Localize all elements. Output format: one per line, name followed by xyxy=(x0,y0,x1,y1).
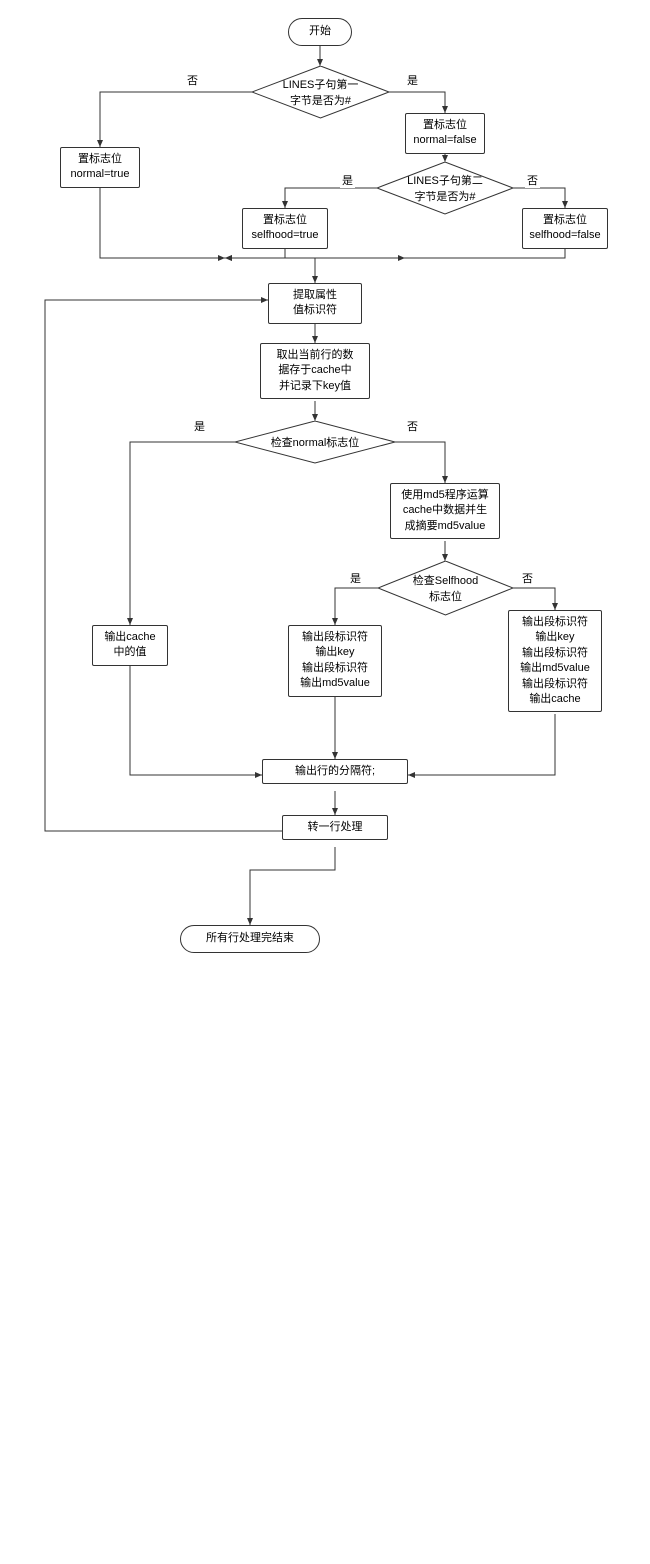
edge-label-no: 否 xyxy=(520,570,535,586)
set-normal-true: 置标志位normal=true xyxy=(60,147,140,188)
decision-first-byte: LINES子句第一字节是否为# xyxy=(252,66,389,118)
decision-second-byte: LINES子句第二字节是否为# xyxy=(377,162,513,214)
extract-attr: 提取属性值标识符 xyxy=(268,283,362,324)
node-label: 置标志位normal=true xyxy=(70,152,129,183)
edge-label-no: 否 xyxy=(405,418,420,434)
cache-row: 取出当前行的数据存于cache中并记录下key值 xyxy=(260,343,370,399)
node-label: LINES子句第一字节是否为# xyxy=(252,76,389,108)
node-label: 输出段标识符输出key输出段标识符输出md5value输出段标识符输出cache xyxy=(520,615,590,707)
node-label: 提取属性值标识符 xyxy=(293,288,337,319)
node-label: 置标志位normal=false xyxy=(413,118,476,149)
end-node: 所有行处理完结束 xyxy=(180,925,320,953)
node-label: 所有行处理完结束 xyxy=(206,931,294,946)
node-label: 取出当前行的数据存于cache中并记录下key值 xyxy=(277,348,354,394)
decision-selfhood-flag: 检查Selfhood标志位 xyxy=(378,561,513,615)
node-label: 置标志位selfhood=false xyxy=(529,213,600,244)
output-b: 输出段标识符输出key输出段标识符输出md5value输出段标识符输出cache xyxy=(508,610,602,712)
edge-label-yes: 是 xyxy=(405,72,420,88)
set-selfhood-true: 置标志位selfhood=true xyxy=(242,208,328,249)
node-label: 置标志位selfhood=true xyxy=(252,213,319,244)
start-node: 开始 xyxy=(288,18,352,46)
node-label: 输出行的分隔符; xyxy=(295,764,375,779)
node-label: 检查Selfhood标志位 xyxy=(378,572,513,604)
output-cache: 输出cache中的值 xyxy=(92,625,168,666)
edge-label-yes: 是 xyxy=(340,172,355,188)
set-normal-false: 置标志位normal=false xyxy=(405,113,485,154)
node-label: 输出cache中的值 xyxy=(104,630,155,661)
output-a: 输出段标识符输出key输出段标识符输出md5value xyxy=(288,625,382,697)
edge-label-no: 否 xyxy=(185,72,200,88)
edge-label-no: 否 xyxy=(525,172,540,188)
node-label: LINES子句第二字节是否为# xyxy=(377,172,513,204)
next-row: 转一行处理 xyxy=(282,815,388,840)
edge-label-yes: 是 xyxy=(192,418,207,434)
node-label: 开始 xyxy=(309,24,331,39)
node-label: 输出段标识符输出key输出段标识符输出md5value xyxy=(300,630,370,692)
node-label: 检查normal标志位 xyxy=(235,434,395,450)
node-label: 转一行处理 xyxy=(308,820,363,835)
set-selfhood-false: 置标志位selfhood=false xyxy=(522,208,608,249)
decision-normal-flag: 检查normal标志位 xyxy=(235,421,395,463)
compute-md5: 使用md5程序运算cache中数据并生成摘要md5value xyxy=(390,483,500,539)
output-separator: 输出行的分隔符; xyxy=(262,759,408,784)
node-label: 使用md5程序运算cache中数据并生成摘要md5value xyxy=(401,488,488,534)
edge-label-yes: 是 xyxy=(348,570,363,586)
